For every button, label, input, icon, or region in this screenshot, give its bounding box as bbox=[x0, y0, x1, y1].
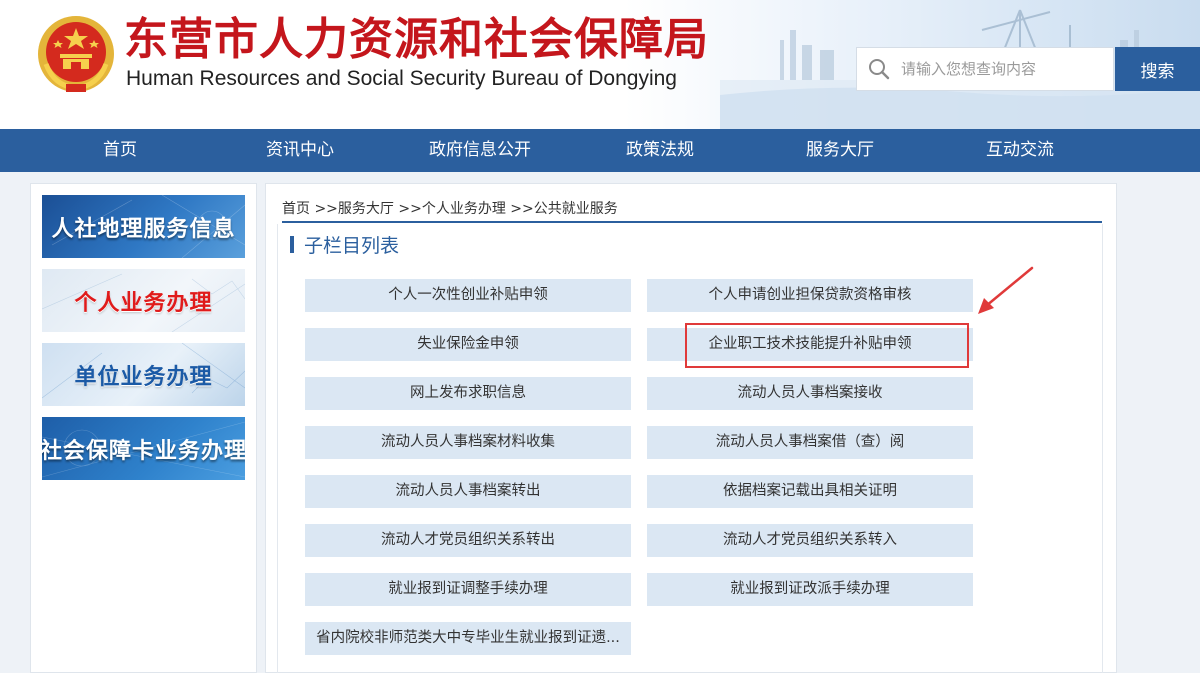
sidebar: 人社地理服务信息 个人业务办理 单位业务办理 社会保障卡业务办理 bbox=[30, 183, 257, 673]
service-item[interactable]: 就业报到证改派手续办理 bbox=[647, 573, 973, 606]
nav-item-gov-info[interactable]: 政府信息公开 bbox=[400, 129, 560, 172]
service-item[interactable]: 依据档案记载出具相关证明 bbox=[647, 475, 973, 508]
site-title-cn: 东营市人力资源和社会保障局 bbox=[124, 14, 709, 65]
nav-item-policy[interactable]: 政策法规 bbox=[580, 129, 740, 172]
breadcrumb-service-hall[interactable]: 服务大厅 bbox=[338, 201, 394, 217]
breadcrumb-separator: >> bbox=[393, 201, 422, 217]
breadcrumb: 首页 >>服务大厅 >>个人业务办理 >>公共就业服务 bbox=[282, 200, 1102, 223]
banner-label: 单位业务办理 bbox=[74, 364, 213, 390]
service-item[interactable]: 流动人员人事档案材料收集 bbox=[305, 426, 631, 459]
service-item[interactable]: 个人一次性创业补贴申领 bbox=[305, 279, 631, 312]
banner-unit-business[interactable]: 单位业务办理 bbox=[42, 343, 245, 406]
site-title-en: Human Resources and Social Security Bure… bbox=[126, 67, 677, 90]
section-title: 子栏目列表 bbox=[290, 232, 400, 257]
nav-item-news[interactable]: 资讯中心 bbox=[220, 129, 380, 172]
service-item[interactable]: 流动人员人事档案接收 bbox=[647, 377, 973, 410]
breadcrumb-personal-business[interactable]: 个人业务办理 bbox=[422, 201, 506, 217]
service-item[interactable]: 个人申请创业担保贷款资格审核 bbox=[647, 279, 973, 312]
breadcrumb-public-employment[interactable]: 公共就业服务 bbox=[534, 201, 618, 217]
service-item[interactable]: 流动人才党员组织关系转入 bbox=[647, 524, 973, 557]
search-input[interactable] bbox=[901, 49, 1106, 89]
service-item[interactable]: 省内院校非师范类大中专毕业生就业报到证遗... bbox=[305, 622, 631, 655]
breadcrumb-separator: >> bbox=[505, 201, 534, 217]
search-icon bbox=[857, 47, 901, 91]
banner-label: 人社地理服务信息 bbox=[51, 216, 236, 242]
breadcrumb-home[interactable]: 首页 bbox=[282, 201, 310, 217]
service-item[interactable]: 失业保险金申领 bbox=[305, 328, 631, 361]
search-box bbox=[856, 47, 1114, 91]
service-item[interactable]: 就业报到证调整手续办理 bbox=[305, 573, 631, 606]
banner-social-security-card[interactable]: 社会保障卡业务办理 bbox=[42, 417, 245, 480]
nav-item-service-hall[interactable]: 服务大厅 bbox=[760, 129, 920, 172]
service-item-highlighted[interactable]: 企业职工技术技能提升补贴申领 bbox=[647, 328, 973, 361]
search-button[interactable]: 搜索 bbox=[1115, 47, 1200, 91]
banner-geo-service-info[interactable]: 人社地理服务信息 bbox=[42, 195, 245, 258]
main-nav: 首页 资讯中心 政府信息公开 政策法规 服务大厅 互动交流 bbox=[0, 129, 1200, 172]
banner-label: 社会保障卡业务办理 bbox=[42, 438, 245, 464]
breadcrumb-separator: >> bbox=[310, 201, 338, 217]
banner-personal-business[interactable]: 个人业务办理 bbox=[42, 269, 245, 332]
service-item[interactable]: 流动人才党员组织关系转出 bbox=[305, 524, 631, 557]
nav-item-interaction[interactable]: 互动交流 bbox=[940, 129, 1100, 172]
main-content: 首页 >>服务大厅 >>个人业务办理 >>公共就业服务 子栏目列表 个人一次性创… bbox=[265, 183, 1117, 673]
service-item[interactable]: 流动人员人事档案转出 bbox=[305, 475, 631, 508]
service-item[interactable]: 网上发布求职信息 bbox=[305, 377, 631, 410]
site-header: 东营市人力资源和社会保障局 Human Resources and Social… bbox=[0, 0, 1200, 129]
subcolumn-list-panel: 子栏目列表 个人一次性创业补贴申领 个人申请创业担保贷款资格审核 失业保险金申领… bbox=[277, 224, 1103, 673]
banner-label: 个人业务办理 bbox=[74, 290, 213, 316]
nav-item-home[interactable]: 首页 bbox=[40, 129, 200, 172]
section-title-text: 子栏目列表 bbox=[304, 234, 400, 257]
service-item[interactable]: 流动人员人事档案借（查）阅 bbox=[647, 426, 973, 459]
section-title-bar bbox=[290, 235, 294, 253]
national-emblem-icon bbox=[38, 16, 114, 92]
